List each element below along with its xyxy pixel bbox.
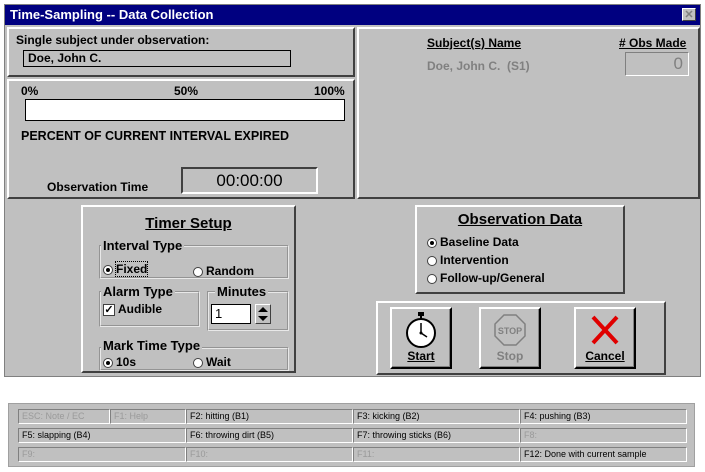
mark-wait-radio[interactable]: Wait xyxy=(193,355,231,369)
radio-selected-icon xyxy=(103,264,113,275)
fkey-f6[interactable]: F6: throwing dirt (B5) xyxy=(186,428,353,443)
function-key-bar: ESC: Note / EC F1: Help F2: hitting (B1)… xyxy=(8,403,695,467)
radio-unselected-icon xyxy=(427,255,437,266)
stop-sign-icon: STOP xyxy=(494,314,526,346)
radio-selected-icon xyxy=(103,357,113,368)
fkey-f3[interactable]: F3: kicking (B2) xyxy=(353,409,520,424)
interval-random-radio[interactable]: Random xyxy=(193,264,254,278)
mark-time-label: Mark Time Type xyxy=(101,338,203,353)
stopwatch-icon xyxy=(406,312,436,348)
fkey-f9[interactable]: F9: xyxy=(18,447,186,462)
progress-label-50: 50% xyxy=(174,84,199,98)
stop-button[interactable]: STOP Stop xyxy=(479,307,541,369)
subject-field: Doe, John C. xyxy=(23,50,291,67)
mark-10s-radio[interactable]: 10s xyxy=(103,355,136,369)
close-icon[interactable]: ✕ xyxy=(682,8,696,21)
checkmark-icon: ✓ xyxy=(103,303,115,316)
fkey-f12[interactable]: F12: Done with current sample xyxy=(520,447,687,462)
timer-setup-title: Timer Setup xyxy=(145,215,232,232)
cancel-button[interactable]: Cancel xyxy=(574,307,636,369)
stop-button-label: Stop xyxy=(496,349,524,363)
window-title: Time-Sampling -- Data Collection xyxy=(10,7,214,22)
start-button-label: Start xyxy=(407,349,435,363)
fkey-f4[interactable]: F4: pushing (B3) xyxy=(520,409,687,424)
interval-fixed-label: Fixed xyxy=(114,261,149,277)
follow-up-radio[interactable]: Follow-up/General xyxy=(427,271,545,285)
interval-fixed-radio[interactable]: Fixed xyxy=(103,261,149,277)
audible-checkbox[interactable]: ✓ Audible xyxy=(103,302,162,316)
cancel-x-icon xyxy=(591,315,619,345)
radio-unselected-icon xyxy=(193,357,203,368)
observation-time-display: 00:00:00 xyxy=(181,167,318,194)
observation-data-title: Observation Data xyxy=(457,211,583,228)
obs-made-value: 0 xyxy=(625,52,689,76)
fkey-f7[interactable]: F7: throwing sticks (B6) xyxy=(353,428,520,443)
fkey-f8[interactable]: F8: xyxy=(520,428,687,443)
progress-label-0: 0% xyxy=(21,84,39,98)
intervention-radio[interactable]: Intervention xyxy=(427,253,509,267)
subject-row-name: Doe, John C. (S1) xyxy=(427,59,530,73)
progress-panel: 0% 50% 100% PERCENT OF CURRENT INTERVAL … xyxy=(7,79,355,199)
obs-made-header: # Obs Made xyxy=(619,36,687,50)
mark-wait-label: Wait xyxy=(206,355,231,369)
subjects-list-panel: Subject(s) Name # Obs Made Doe, John C. … xyxy=(357,27,700,199)
interval-random-label: Random xyxy=(206,264,254,278)
fkey-f10[interactable]: F10: xyxy=(186,447,353,462)
fkey-f5[interactable]: F5: slapping (B4) xyxy=(18,428,186,443)
progress-caption: PERCENT OF CURRENT INTERVAL EXPIRED xyxy=(21,129,290,143)
subject-name-header: Subject(s) Name xyxy=(427,36,522,50)
stop-sign-text: STOP xyxy=(498,326,522,336)
minutes-input[interactable]: 1 xyxy=(211,304,251,324)
spin-arrows-icon xyxy=(258,307,268,321)
fkey-f2[interactable]: F2: hitting (B1) xyxy=(186,409,353,424)
action-buttons-panel: Start STOP Stop Cancel xyxy=(376,301,666,375)
fkey-f1[interactable]: F1: Help xyxy=(110,409,186,424)
mark-10s-label: 10s xyxy=(116,355,137,369)
baseline-data-label: Baseline Data xyxy=(440,235,519,249)
progress-bar xyxy=(25,99,345,121)
progress-label-100: 100% xyxy=(314,84,345,98)
alarm-type-label: Alarm Type xyxy=(101,284,175,299)
title-bar: Time-Sampling -- Data Collection ✕ xyxy=(5,5,700,25)
timer-setup-panel: Timer Setup Interval Type Fixed Random A… xyxy=(81,205,296,373)
start-button[interactable]: Start xyxy=(390,307,452,369)
observation-data-panel: Observation Data Baseline Data Intervent… xyxy=(415,205,625,294)
radio-unselected-icon xyxy=(193,266,203,277)
interval-type-label: Interval Type xyxy=(101,238,185,253)
radio-unselected-icon xyxy=(427,273,437,284)
cancel-button-label: Cancel xyxy=(585,349,625,363)
main-window: Time-Sampling -- Data Collection ✕ Singl… xyxy=(4,4,701,377)
follow-up-label: Follow-up/General xyxy=(440,271,545,285)
intervention-label: Intervention xyxy=(440,253,509,267)
fkey-f11[interactable]: F11: xyxy=(353,447,520,462)
audible-label: Audible xyxy=(118,302,162,316)
observation-time-label: Observation Time xyxy=(47,180,149,194)
fkey-esc[interactable]: ESC: Note / EC xyxy=(18,409,110,424)
baseline-data-radio[interactable]: Baseline Data xyxy=(427,235,519,249)
radio-selected-icon xyxy=(427,237,437,248)
minutes-spinner[interactable] xyxy=(255,304,271,324)
minutes-label: Minutes xyxy=(215,284,269,299)
subject-panel: Single subject under observation: Doe, J… xyxy=(7,27,355,77)
subject-label: Single subject under observation: xyxy=(16,33,210,47)
